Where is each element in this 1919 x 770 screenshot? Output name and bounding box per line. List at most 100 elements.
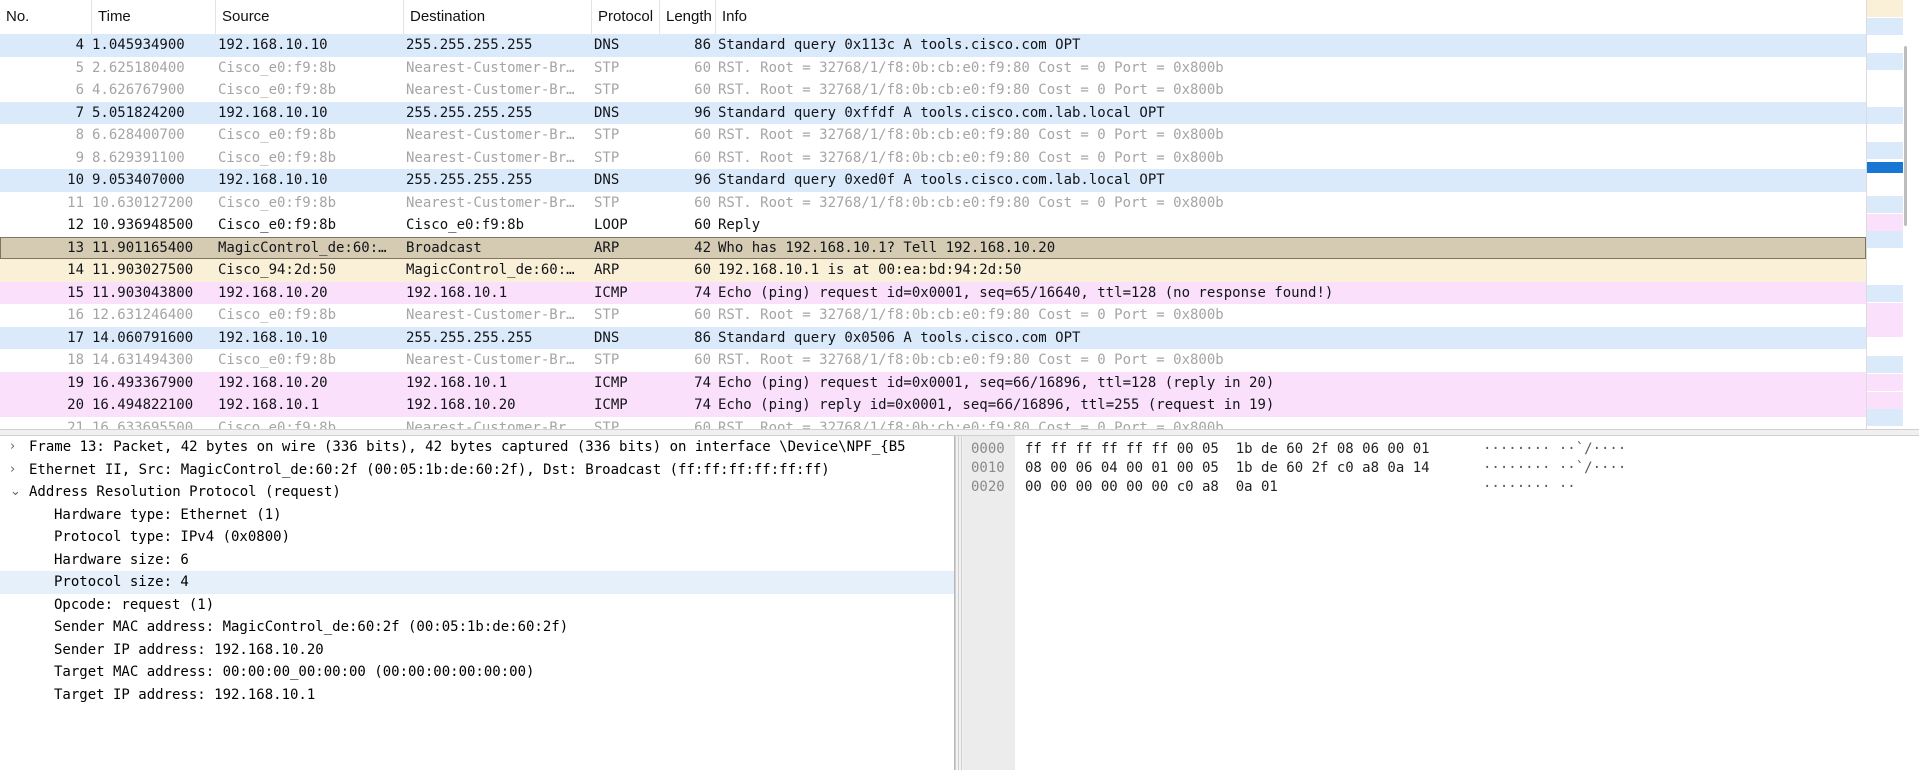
packet-protocol: STP — [594, 127, 620, 143]
packet-destination: 255.255.255.255 — [406, 37, 533, 53]
column-header-no[interactable]: No. — [0, 0, 92, 34]
packet-row[interactable]: 20 16.494822100 192.168.10.1 192.168.10.20 I… — [0, 394, 1866, 417]
packet-length: 86 — [694, 37, 711, 53]
details-tree-field[interactable]: Sender IP address: 192.168.10.20 — [0, 639, 954, 662]
packet-no: 17 — [67, 329, 84, 346]
minimap-mark — [1867, 373, 1903, 391]
packet-destination: 255.255.255.255 — [406, 172, 533, 188]
packet-row[interactable]: 12 10.936948500 Cisco_e0:f9:8b Cisco_e0:f9:… — [0, 214, 1866, 237]
details-text: Address Resolution Protocol (request) — [29, 484, 341, 500]
packet-info: RST. Root = 32768/1/f8:0b:cb:e0:f9:80 Co… — [718, 307, 1224, 323]
bytes-offset[interactable]: 0010 — [971, 459, 1005, 478]
minimap-mark — [1867, 0, 1903, 17]
details-tree-field[interactable]: Protocol type: IPv4 (0x0800) — [0, 526, 954, 549]
packet-row[interactable]: 9 8.629391100 Cisco_e0:f9:8b Nearest-Custom… — [0, 146, 1866, 169]
packet-length: 60 — [694, 419, 711, 430]
column-header-time[interactable]: Time — [92, 0, 216, 34]
bytes-ascii[interactable]: ········ ··`/···· — [1483, 440, 1626, 459]
packet-time: 16.633695500 — [92, 419, 194, 430]
packet-row[interactable]: 14 11.903027500 Cisco_94:2d:50 MagicControl… — [0, 259, 1866, 282]
packet-list[interactable]: No. Time Source Destination Protocol Len… — [0, 0, 1866, 429]
details-tree-node[interactable]: › Ethernet II, Src: MagicControl_de:60:2f… — [0, 459, 954, 482]
packet-row[interactable]: 8 6.628400700 Cisco_e0:f9:8b Nearest-Custom… — [0, 124, 1866, 147]
details-tree-field[interactable]: Target IP address: 192.168.10.1 — [0, 684, 954, 707]
packet-row[interactable]: 21 16.633695500 Cisco_e0:f9:8b Nearest-Cust… — [0, 416, 1866, 430]
packet-minimap[interactable] — [1866, 0, 1919, 429]
packet-row[interactable]: 7 5.051824200 192.168.10.10 255.255.255.255… — [0, 101, 1866, 124]
minimap-mark — [1867, 338, 1903, 356]
details-text: Opcode: request (1) — [54, 596, 215, 613]
details-tree-field[interactable]: Sender MAC address: MagicControl_de:60:2… — [0, 616, 954, 639]
details-tree-node[interactable]: ⌄ Address Resolution Protocol (request) — [0, 481, 954, 504]
minimap-selected-mark — [1867, 162, 1903, 173]
column-header-length[interactable]: Length — [660, 0, 716, 34]
bytes-hex[interactable]: ff ff ff ff ff ff 00 05 1b de 60 2f 08 0… — [1025, 440, 1430, 459]
packet-info: Echo (ping) request id=0x0001, seq=65/16… — [718, 284, 1334, 301]
horizontal-pane-splitter[interactable] — [0, 429, 1919, 436]
packet-row[interactable]: 11 10.630127200 Cisco_e0:f9:8b Nearest-Cust… — [0, 191, 1866, 214]
packet-protocol: STP — [594, 419, 620, 430]
vertical-pane-splitter[interactable] — [955, 436, 963, 770]
packet-bytes-pane[interactable]: 0000 ff ff ff ff ff ff 00 05 1b de 60 2f … — [963, 436, 1919, 770]
packet-details-tree[interactable]: › Frame 13: Packet, 42 bytes on wire (336… — [0, 436, 955, 770]
details-text: Ethernet II, Src: MagicControl_de:60:2f … — [29, 461, 830, 478]
packet-protocol: ICMP — [594, 397, 628, 413]
minimap-mark — [1867, 356, 1903, 373]
packet-source: Cisco_e0:f9:8b — [218, 82, 337, 98]
packet-no: 9 — [75, 149, 84, 166]
packet-length: 60 — [694, 307, 711, 323]
minimap-mark — [1867, 320, 1903, 338]
details-tree-field[interactable]: Protocol size: 4 — [0, 571, 954, 594]
minimap-mark — [1867, 71, 1903, 89]
bytes-ascii[interactable]: ········ ·· — [1483, 478, 1576, 497]
packet-source: Cisco_e0:f9:8b — [218, 127, 337, 143]
packet-protocol: DNS — [594, 104, 620, 121]
packet-source: MagicControl_de:60:… — [218, 239, 387, 256]
bytes-ascii[interactable]: ········ ··`/···· — [1483, 459, 1626, 478]
minimap-mark — [1867, 391, 1903, 409]
packet-protocol: LOOP — [594, 217, 628, 233]
minimap-mark — [1867, 302, 1903, 320]
column-header-protocol[interactable]: Protocol — [592, 0, 660, 34]
bytes-hex[interactable]: 08 00 06 04 00 01 00 05 1b de 60 2f c0 a… — [1025, 459, 1430, 478]
details-text: Protocol type: IPv4 (0x0800) — [54, 529, 291, 545]
details-tree-field[interactable]: Target MAC address: 00:00:00_00:00:00 (0… — [0, 661, 954, 684]
details-tree-field[interactable]: Opcode: request (1) — [0, 594, 954, 617]
column-header-destination[interactable]: Destination — [404, 0, 592, 34]
packet-row[interactable]: 15 11.903043800 192.168.10.20 192.168.10.1 I… — [0, 281, 1866, 304]
collapse-arrow-icon[interactable]: ⌄ — [10, 481, 22, 504]
details-tree-field[interactable]: Hardware type: Ethernet (1) — [0, 504, 954, 527]
packet-row[interactable]: 17 14.060791600 192.168.10.10 255.255.255.2… — [0, 326, 1866, 349]
packet-row[interactable]: 5 2.625180400 Cisco_e0:f9:8b Nearest-Custom… — [0, 56, 1866, 79]
packet-row[interactable]: 10 9.053407000 192.168.10.10 255.255.255.25… — [0, 169, 1866, 192]
packet-list-scrollbar[interactable] — [1904, 46, 1907, 226]
details-tree-field[interactable]: Hardware size: 6 — [0, 549, 954, 572]
packet-row[interactable]: 13 11.901165400 MagicControl_de:60:… Broadc… — [0, 236, 1866, 259]
packet-no: 14 — [67, 262, 84, 278]
packet-time: 6.628400700 — [92, 127, 185, 143]
column-header-source[interactable]: Source — [216, 0, 404, 34]
packet-row[interactable]: 18 14.631494300 Cisco_e0:f9:8b Nearest-Cust… — [0, 349, 1866, 372]
packet-list-header: No. Time Source Destination Protocol Len… — [0, 0, 1866, 35]
minimap-mark — [1867, 249, 1903, 267]
expand-arrow-icon[interactable]: › — [10, 436, 22, 459]
packet-row[interactable]: 16 12.631246400 Cisco_e0:f9:8b Nearest-Cust… — [0, 304, 1866, 327]
expand-arrow-icon[interactable]: › — [10, 459, 22, 482]
column-header-info[interactable]: Info — [716, 0, 1866, 34]
bytes-offset[interactable]: 0000 — [971, 440, 1005, 459]
packet-source: Cisco_e0:f9:8b — [218, 59, 337, 76]
packet-no: 12 — [67, 217, 84, 233]
packet-time: 16.494822100 — [92, 397, 194, 413]
bytes-hex[interactable]: 00 00 00 00 00 00 c0 a8 0a 01 — [1025, 478, 1278, 497]
packet-protocol: ICMP — [594, 284, 628, 301]
packet-time: 16.493367900 — [92, 374, 194, 391]
packet-no: 5 — [75, 59, 84, 76]
packet-info: RST. Root = 32768/1/f8:0b:cb:e0:f9:80 Co… — [718, 419, 1224, 430]
details-tree-node[interactable]: › Frame 13: Packet, 42 bytes on wire (336… — [0, 436, 954, 459]
packet-row[interactable]: 4 1.045934900 192.168.10.10 255.255.255.255… — [0, 34, 1866, 57]
bytes-offset[interactable]: 0020 — [971, 478, 1005, 497]
packet-row[interactable]: 6 4.626767900 Cisco_e0:f9:8b Nearest-Custom… — [0, 79, 1866, 102]
packet-source: Cisco_94:2d:50 — [218, 262, 337, 278]
packet-row[interactable]: 19 16.493367900 192.168.10.20 192.168.10.1 I… — [0, 371, 1866, 394]
packet-protocol: DNS — [594, 37, 620, 53]
